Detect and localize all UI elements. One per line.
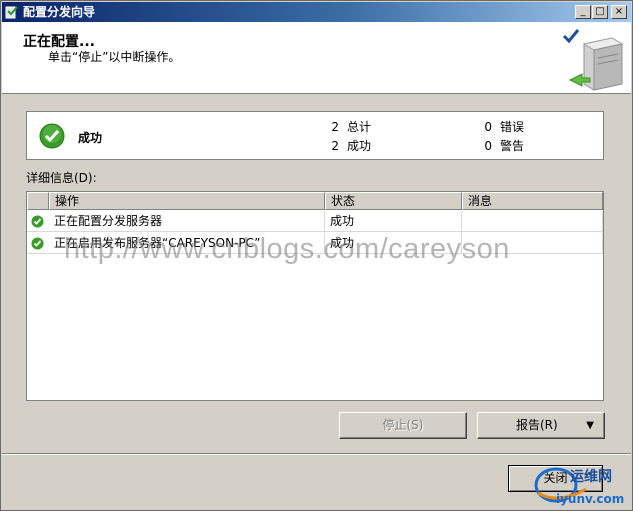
row-status: 成功 — [325, 211, 462, 232]
warning-stat: 0 警告 — [482, 137, 524, 154]
footer-divider — [2, 453, 631, 455]
success-icon — [31, 237, 44, 250]
column-header-status[interactable]: 状态 — [325, 192, 462, 210]
dropdown-arrow-icon: ▼ — [586, 420, 594, 431]
success-check-icon — [39, 123, 65, 149]
window-title: 配置分发向导 — [23, 5, 96, 19]
success-stat: 2 成功 — [329, 137, 371, 154]
total-stat: 2 总计 — [329, 118, 371, 135]
title-bar[interactable]: 配置分发向导 _ □ × — [2, 2, 631, 22]
minimize-button[interactable]: _ — [575, 5, 591, 19]
warning-label: 警告 — [500, 139, 525, 153]
grid-header-icon-column[interactable] — [27, 192, 49, 210]
row-message — [462, 211, 603, 232]
server-check-icon — [562, 29, 624, 91]
stop-button[interactable]: 停止(S) — [339, 412, 467, 439]
report-button[interactable]: 报告(R) ▼ — [477, 412, 605, 439]
row-action: 正在配置分发服务器 — [49, 211, 325, 232]
close-window-button[interactable]: × — [611, 5, 627, 19]
warning-count: 0 — [484, 139, 492, 153]
success-label: 成功 — [347, 139, 372, 153]
success-count: 2 — [331, 139, 339, 153]
error-stat: 0 错误 — [482, 118, 524, 135]
total-label: 总计 — [347, 120, 372, 134]
wizard-icon — [5, 6, 18, 19]
report-button-label: 报告(R) — [516, 418, 558, 432]
details-label: 详细信息(D): — [26, 171, 97, 185]
page-subtitle: 单击“停止”以中断操作。 — [48, 50, 181, 64]
status-summary-panel: 成功 2 总计 2 成功 0 错误 0 警告 — [26, 111, 604, 160]
svg-text:运维网: 运维网 — [570, 468, 612, 485]
table-row[interactable]: 正在配置分发服务器 成功 — [27, 211, 603, 232]
maximize-button[interactable]: □ — [592, 5, 608, 19]
total-count: 2 — [331, 120, 339, 134]
success-icon — [31, 215, 44, 228]
column-header-action[interactable]: 操作 — [49, 192, 325, 210]
status-text: 成功 — [78, 131, 103, 145]
grid-header: 操作 状态 消息 — [27, 192, 603, 210]
error-label: 错误 — [500, 120, 525, 134]
wizard-header: 正在配置... 单击“停止”以中断操作。 — [2, 22, 631, 94]
column-header-message[interactable]: 消息 — [462, 192, 603, 210]
error-count: 0 — [484, 120, 492, 134]
iyunv-logo: 运维网 iyunv.com — [534, 467, 624, 506]
blog-watermark: http://www.cnblogs.com/careyson — [64, 233, 510, 265]
configure-distribution-wizard: 配置分发向导 _ □ × 正在配置... 单击“停止”以中断操作。 成功 2 总计… — [0, 0, 633, 511]
svg-text:iyunv.com: iyunv.com — [556, 492, 624, 506]
details-grid[interactable]: 操作 状态 消息 正在配置分发服务器 成功 正在启用发布服务器“CAREYSON… — [26, 191, 604, 401]
